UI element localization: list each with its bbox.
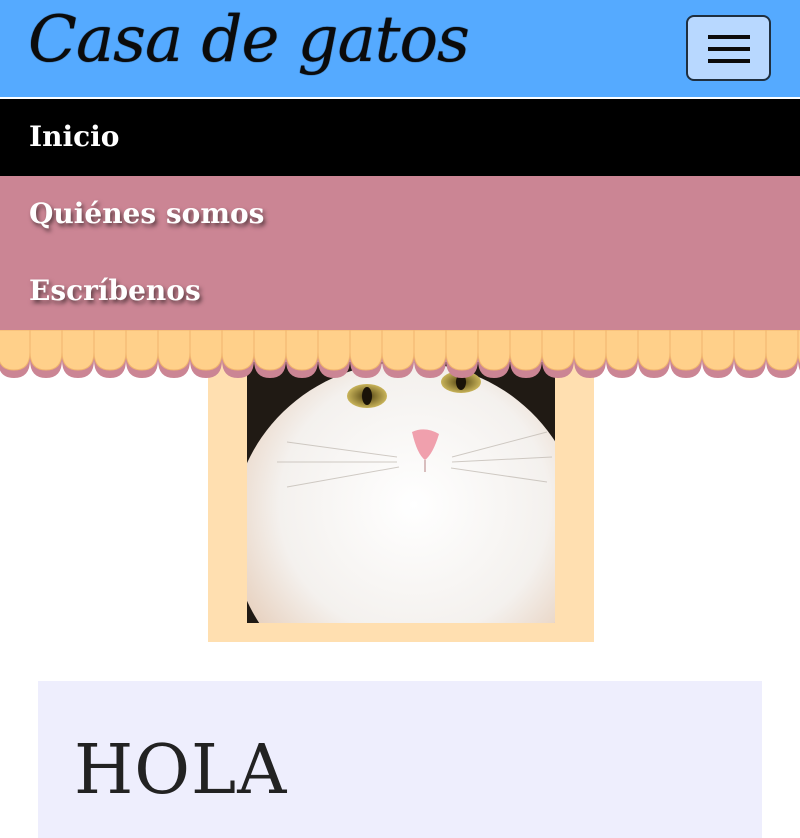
awning-scallop [125, 330, 159, 371]
awning-scallop [445, 330, 479, 371]
awning-scallop [157, 330, 191, 371]
awning-scallop [189, 330, 223, 371]
awning-scallop [765, 330, 799, 371]
kitten-photo [247, 362, 555, 623]
awning-scallop [413, 330, 447, 371]
awning-scallop [573, 330, 607, 371]
main-navigation: Inicio Quiénes somos Escríbenos [0, 99, 800, 330]
awning-scallop [61, 330, 95, 371]
welcome-heading: HOLA [74, 731, 288, 810]
nav-item-inicio[interactable]: Inicio [0, 99, 800, 176]
nav-item-quienes-somos[interactable]: Quiénes somos [0, 176, 800, 253]
awning-scallop [381, 330, 415, 371]
nav-item-escribenos[interactable]: Escríbenos [0, 253, 800, 330]
scalloped-awning [0, 330, 800, 382]
awning-scallop [285, 330, 319, 371]
awning-scallop [253, 330, 287, 371]
awning-scallop [0, 330, 31, 371]
awning-scallop [93, 330, 127, 371]
site-header: Casa de gatos [0, 0, 800, 97]
awning-scallop [701, 330, 735, 371]
awning-scallop [605, 330, 639, 371]
awning-scallop [637, 330, 671, 371]
awning-scallop [221, 330, 255, 371]
awning-scallop [349, 330, 383, 371]
awning-scallop [477, 330, 511, 371]
awning-scallop [509, 330, 543, 371]
awning-scallop [317, 330, 351, 371]
awning-scallop [29, 330, 63, 371]
site-title[interactable]: Casa de gatos [28, 4, 470, 76]
awning-scallop [669, 330, 703, 371]
menu-toggle-button[interactable] [686, 15, 771, 81]
awning-scallop [541, 330, 575, 371]
awning-scallop [733, 330, 767, 371]
